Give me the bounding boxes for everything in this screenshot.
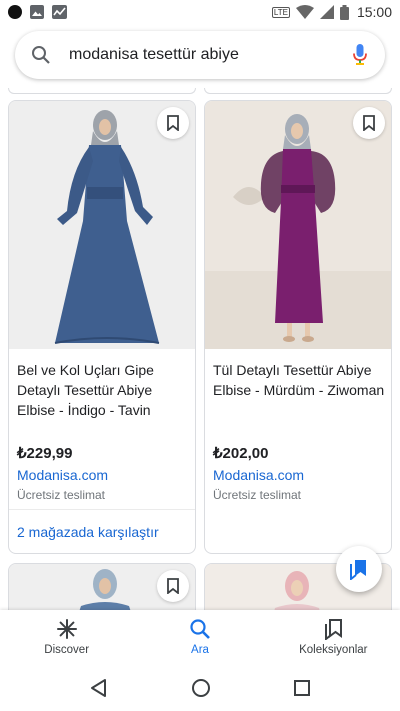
- volte-icon: LTE: [271, 6, 290, 18]
- product-card[interactable]: Tül Detaylı Tesettür Abiye Elbise - Mürd…: [204, 100, 392, 554]
- nav-collections-label: Koleksiyonlar: [299, 644, 368, 656]
- product-title[interactable]: Bel ve Kol Uçları Gipe Detaylı Tesettür …: [17, 360, 193, 420]
- asterisk-icon: [56, 619, 77, 639]
- shipping-info: Ücretsiz teslimat: [17, 488, 106, 502]
- card-divider: [9, 509, 195, 510]
- nav-search-label: Ara: [191, 644, 209, 656]
- product-image[interactable]: [9, 101, 195, 349]
- nav-discover[interactable]: Discover: [0, 610, 133, 664]
- bookmark-icon: [167, 115, 179, 131]
- search-input[interactable]: modanisa tesettür abiye: [69, 46, 353, 64]
- nav-collections[interactable]: Koleksiyonlar: [267, 610, 400, 664]
- bookmark-icon: [363, 115, 375, 131]
- product-card[interactable]: Bel ve Kol Uçları Gipe Detaylı Tesettür …: [8, 100, 196, 554]
- bottom-navigation: Discover Ara Koleksiyonlar: [0, 610, 400, 664]
- product-store-link[interactable]: Modanisa.com: [17, 467, 108, 483]
- bookmark-button[interactable]: [353, 107, 385, 139]
- search-icon: [190, 619, 210, 639]
- product-image[interactable]: [205, 101, 391, 349]
- bookmark-button[interactable]: [157, 107, 189, 139]
- mic-icon[interactable]: [353, 44, 367, 66]
- back-icon[interactable]: [89, 678, 109, 698]
- notification-dot-icon: [8, 5, 22, 19]
- bookmark-button[interactable]: [157, 570, 189, 602]
- collections-fab[interactable]: [336, 546, 382, 592]
- nav-search[interactable]: Ara: [133, 610, 266, 664]
- collections-icon: [325, 619, 343, 640]
- battery-icon: [339, 4, 349, 20]
- product-price: ₺202,00: [213, 445, 269, 462]
- screen: LTE 15:00 modanisa tesettür abiye Bel ve…: [0, 0, 400, 711]
- search-bar[interactable]: modanisa tesettür abiye: [15, 31, 385, 79]
- product-store-link[interactable]: Modanisa.com: [213, 467, 304, 483]
- signal-icon: [319, 5, 334, 19]
- bookmark-icon: [167, 578, 179, 594]
- clock: 15:00: [356, 4, 392, 20]
- system-navigation-bar: [0, 664, 400, 711]
- search-icon[interactable]: [31, 45, 51, 65]
- product-price: ₺229,99: [17, 445, 73, 462]
- wifi-icon: [295, 5, 314, 19]
- chart-icon: [52, 5, 67, 19]
- home-icon[interactable]: [191, 678, 211, 698]
- product-title[interactable]: Tül Detaylı Tesettür Abiye Elbise - Mürd…: [213, 360, 389, 400]
- bookmark-stack-icon: [350, 560, 366, 580]
- nav-discover-label: Discover: [44, 644, 90, 656]
- status-bar: LTE 15:00: [0, 0, 400, 24]
- previous-cards-edge: [8, 88, 392, 96]
- shipping-info: Ücretsiz teslimat: [213, 488, 302, 502]
- compare-stores-link[interactable]: 2 mağazada karşılaştır: [17, 524, 159, 540]
- recents-icon[interactable]: [293, 679, 311, 697]
- image-icon: [30, 5, 44, 19]
